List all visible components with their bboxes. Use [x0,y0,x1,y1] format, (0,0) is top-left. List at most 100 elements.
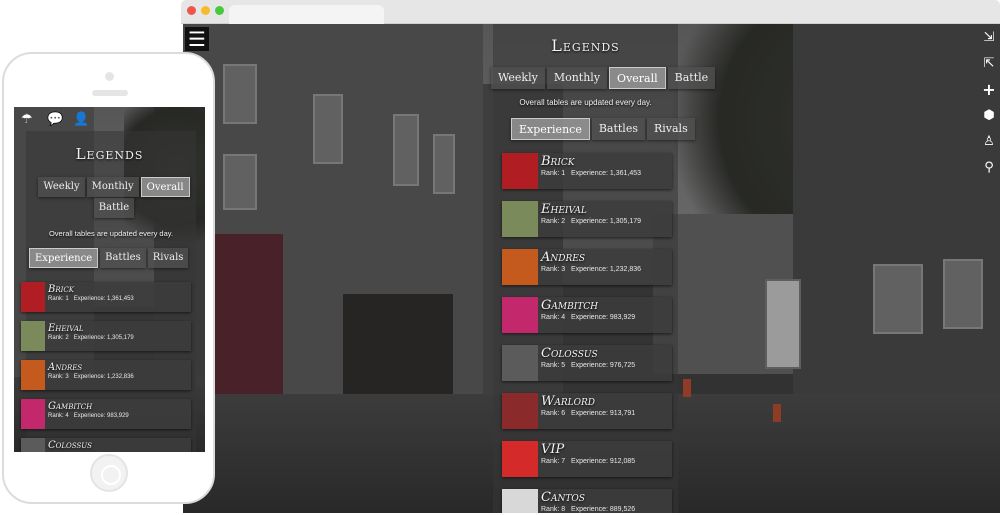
mobile-tab-battles[interactable]: Battles [100,248,146,268]
minimize-window-button[interactable] [201,6,210,15]
user-icon[interactable]: 👤 [73,112,89,127]
leaderboard-row[interactable]: Eheival Rank: 2 Experience: 1,305,179 [502,201,672,237]
player-name[interactable]: VIP [541,443,635,457]
mobile-toolbar: ☂ 💬 👤 [14,107,205,131]
tab-experience[interactable]: Experience [511,118,590,140]
row-text: Brick Rank: 1 Experience: 1,361,453 [541,155,641,179]
player-avatar [502,249,538,285]
leaderboard-row[interactable]: ColossusRank: 5 Experience: 976,725 [21,438,191,452]
leaderboard-row[interactable]: Brick Rank: 1 Experience: 1,361,453 [502,153,672,189]
browser-tab[interactable] [229,5,384,24]
player-stats: Rank: 1 Experience: 1,361,453 [541,169,641,179]
player-name[interactable]: Brick [48,284,134,295]
player-experience: Experience: 1,232,836 [73,374,134,380]
player-stats: Rank: 3 Experience: 1,232,836 [48,373,134,381]
tab-overall[interactable]: Overall [609,67,666,89]
maximize-window-button[interactable] [215,6,224,15]
umbrella-icon[interactable]: ☂ [21,112,33,127]
phone-home-button[interactable] [90,454,128,492]
person-icon[interactable]: ♙ [982,134,996,150]
leaderboard-row[interactable]: Eheival Rank: 2 Experience: 1,305,179 [21,321,191,351]
update-notice: Overall tables are updated every day. [519,98,652,107]
row-text: ColossusRank: 5 Experience: 976,725 [541,347,635,371]
phone-camera [105,72,114,81]
leaderboard-row[interactable]: ColossusRank: 5 Experience: 976,725 [502,345,672,381]
player-rank: Rank: 1 [541,170,566,177]
player-stats: Rank: 5 Experience: 976,725 [48,451,129,452]
player-experience: Experience: 889,526 [570,506,636,513]
player-rank: Rank: 4 [541,314,566,321]
row-text: Andres Rank: 3 Experience: 1,232,836 [541,251,641,275]
player-name[interactable]: Warlord [541,395,635,409]
mobile-screen: ☂ 💬 👤 Legends Weekly Monthly Overall Battle… [14,107,205,452]
player-stats: Rank: 5 Experience: 976,725 [541,361,635,371]
mobile-period-tabs: Weekly Monthly Overall Battle [34,177,194,218]
period-tabs: Weekly Monthly Overall Battle [491,67,716,89]
tab-rivals[interactable]: Rivals [646,118,695,140]
leaderboard-row[interactable]: Brick Rank: 1 Experience: 1,361,453 [21,282,191,312]
desktop-viewport: ☰ Legends Weekly Monthly Overall Battle Ove… [183,24,1000,513]
leaderboard-row[interactable]: Gambitch Rank: 4 Experience: 983,929 [502,297,672,333]
mobile-tab-monthly[interactable]: Monthly [86,177,139,197]
player-avatar [502,297,538,333]
player-experience: Experience: 1,361,453 [73,296,134,302]
row-text: ColossusRank: 5 Experience: 976,725 [48,440,129,452]
leaderboard-row[interactable]: Cantos Rank: 8 Experience: 889,526 [502,489,672,513]
mobile-tab-weekly[interactable]: Weekly [38,177,85,197]
player-rank: Rank: 7 [541,458,566,465]
player-name[interactable]: Brick [541,155,641,169]
chat-icon[interactable]: 💬 [47,112,63,127]
mobile-tab-battle[interactable]: Battle [93,198,135,218]
row-text: Brick Rank: 1 Experience: 1,361,453 [48,284,134,303]
row-text: Andres Rank: 3 Experience: 1,232,836 [48,362,134,381]
shield-icon[interactable]: ⬢ [982,108,996,124]
mobile-category-tabs: Experience Battles Rivals [29,248,189,268]
player-avatar [21,282,45,312]
player-stats: Rank: 6 Experience: 913,791 [541,409,635,419]
tab-weekly[interactable]: Weekly [491,67,545,89]
tab-battle[interactable]: Battle [667,67,716,89]
row-text: Eheival Rank: 2 Experience: 1,305,179 [541,203,641,227]
mobile-page-title: Legends [75,145,144,163]
player-name[interactable]: Colossus [48,440,129,451]
sign-in-icon[interactable]: ⇱ [982,56,996,72]
leaderboard-row[interactable]: VIP Rank: 7 Experience: 912,085 [502,441,672,477]
player-rank: Rank: 3 [48,374,69,380]
mobile-tab-rivals[interactable]: Rivals [147,248,189,268]
sign-out-icon[interactable]: ⇲ [982,30,996,46]
player-name[interactable]: Gambitch [541,299,635,313]
player-name[interactable]: Andres [541,251,641,265]
player-rank: Rank: 4 [48,413,69,419]
leaderboard-row[interactable]: Andres Rank: 3 Experience: 1,232,836 [21,360,191,390]
player-rank: Rank: 8 [541,506,566,513]
player-name[interactable]: Colossus [541,347,635,361]
player-stats: Rank: 3 Experience: 1,232,836 [541,265,641,275]
phone-mockup: ☂ 💬 👤 Legends Weekly Monthly Overall Battle… [2,52,215,504]
player-rank: Rank: 5 [541,362,566,369]
player-name[interactable]: Cantos [541,491,635,505]
player-name[interactable]: Eheival [541,203,641,217]
browser-titlebar [181,0,1000,24]
phone-speaker [92,90,128,96]
close-window-button[interactable] [187,6,196,15]
map-pin-icon[interactable]: ⚲ [982,160,996,176]
player-name[interactable]: Gambitch [48,401,129,412]
menu-hamburger-icon[interactable]: ☰ [185,27,209,51]
player-experience: Experience: 976,725 [570,362,636,369]
player-avatar [502,345,538,381]
tab-battles[interactable]: Battles [591,118,645,140]
player-name[interactable]: Eheival [48,323,134,334]
player-avatar [502,201,538,237]
player-name[interactable]: Andres [48,362,134,373]
leaderboard-row[interactable]: Warlord Rank: 6 Experience: 913,791 [502,393,672,429]
mobile-tab-experience[interactable]: Experience [29,248,99,268]
category-tabs: Experience Battles Rivals [511,118,695,140]
plus-icon[interactable]: + [982,82,996,98]
leaderboard-row[interactable]: Gambitch Rank: 4 Experience: 983,929 [21,399,191,429]
player-rank: Rank: 1 [48,296,69,302]
player-avatar [21,360,45,390]
leaderboard-row[interactable]: Andres Rank: 3 Experience: 1,232,836 [502,249,672,285]
player-avatar [502,153,538,189]
mobile-tab-overall[interactable]: Overall [140,177,190,197]
tab-monthly[interactable]: Monthly [546,67,608,89]
